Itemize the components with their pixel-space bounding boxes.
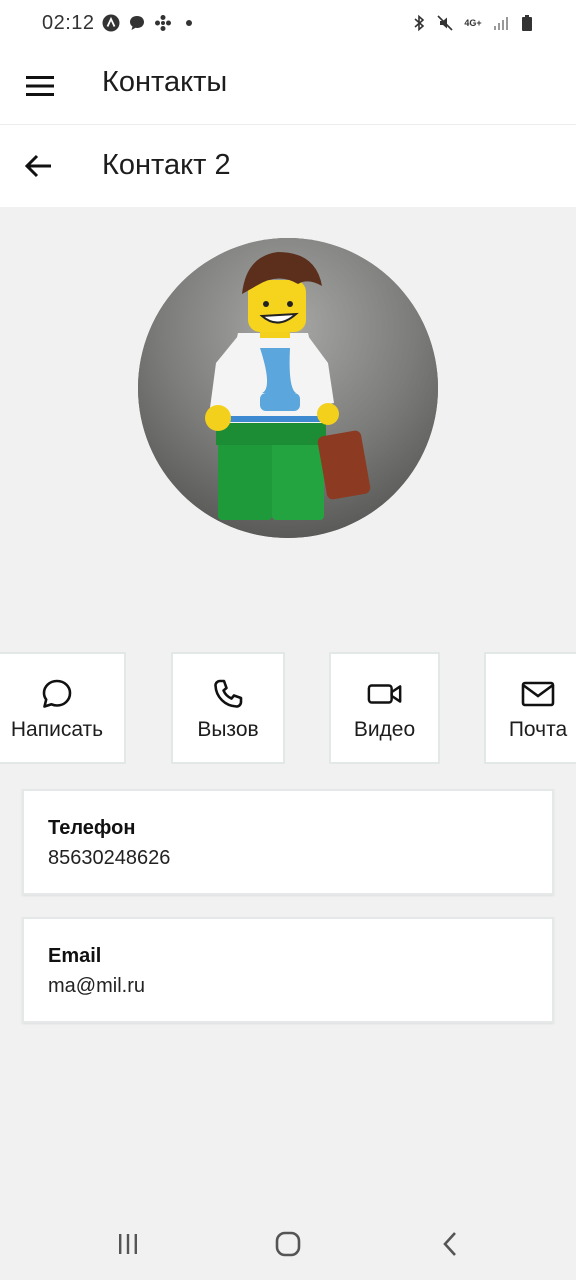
signal-icon (492, 14, 510, 32)
contact-detail-screen: 02:12 4G+ Контакты Контакт 2 Написать Вы… (0, 0, 576, 1280)
phone-title: Телефон (48, 817, 136, 839)
call-button[interactable]: Вызов (171, 652, 285, 764)
app-title: Контакты (102, 66, 228, 98)
mute-icon (436, 14, 454, 32)
video-button[interactable]: Видео (329, 652, 440, 764)
mail-button[interactable]: Почта (484, 652, 576, 764)
phone-value: 85630248626 (48, 847, 171, 869)
email-value: ma@mil.ru (48, 975, 145, 997)
bluetooth-icon (410, 14, 428, 32)
email-card[interactable]: Email ma@mil.ru (22, 917, 554, 1023)
battery-icon (518, 14, 536, 32)
contact-name-title: Контакт 2 (102, 149, 231, 181)
status-right-icons: 4G+ (410, 14, 536, 32)
message-label: Написать (10, 718, 104, 741)
video-label: Видео (353, 718, 416, 741)
status-bar: 02:12 4G+ (0, 0, 576, 48)
hamburger-menu-icon[interactable] (20, 66, 60, 106)
video-camera-icon (367, 676, 403, 712)
network-label: 4G+ (464, 17, 482, 28)
back-chevron-icon[interactable] (430, 1226, 470, 1262)
lego-figure-photo (138, 238, 438, 538)
mail-icon (520, 676, 556, 712)
home-icon[interactable] (268, 1226, 308, 1262)
phone-icon (210, 676, 246, 712)
recent-apps-icon[interactable] (108, 1226, 148, 1262)
arrow-left-icon[interactable] (18, 145, 60, 187)
call-label: Вызов (197, 718, 259, 741)
app-a-icon (102, 14, 120, 32)
phone-card[interactable]: Телефон 85630248626 (22, 789, 554, 895)
network-4g-icon: 4G+ (462, 14, 484, 32)
message-button[interactable]: Написать (0, 652, 126, 764)
chat-bubble-icon (128, 14, 146, 32)
dot-icon (180, 14, 198, 32)
contact-avatar (138, 238, 438, 538)
mail-label: Почта (508, 718, 568, 741)
contact-header: Контакт 2 (0, 125, 576, 207)
system-nav-bar (0, 1208, 576, 1280)
status-left-icons (102, 14, 198, 32)
status-time: 02:12 (42, 12, 95, 34)
fan-icon (154, 14, 172, 32)
app-bar: Контакты (0, 48, 576, 125)
message-circle-icon (39, 676, 75, 712)
email-title: Email (48, 945, 102, 967)
